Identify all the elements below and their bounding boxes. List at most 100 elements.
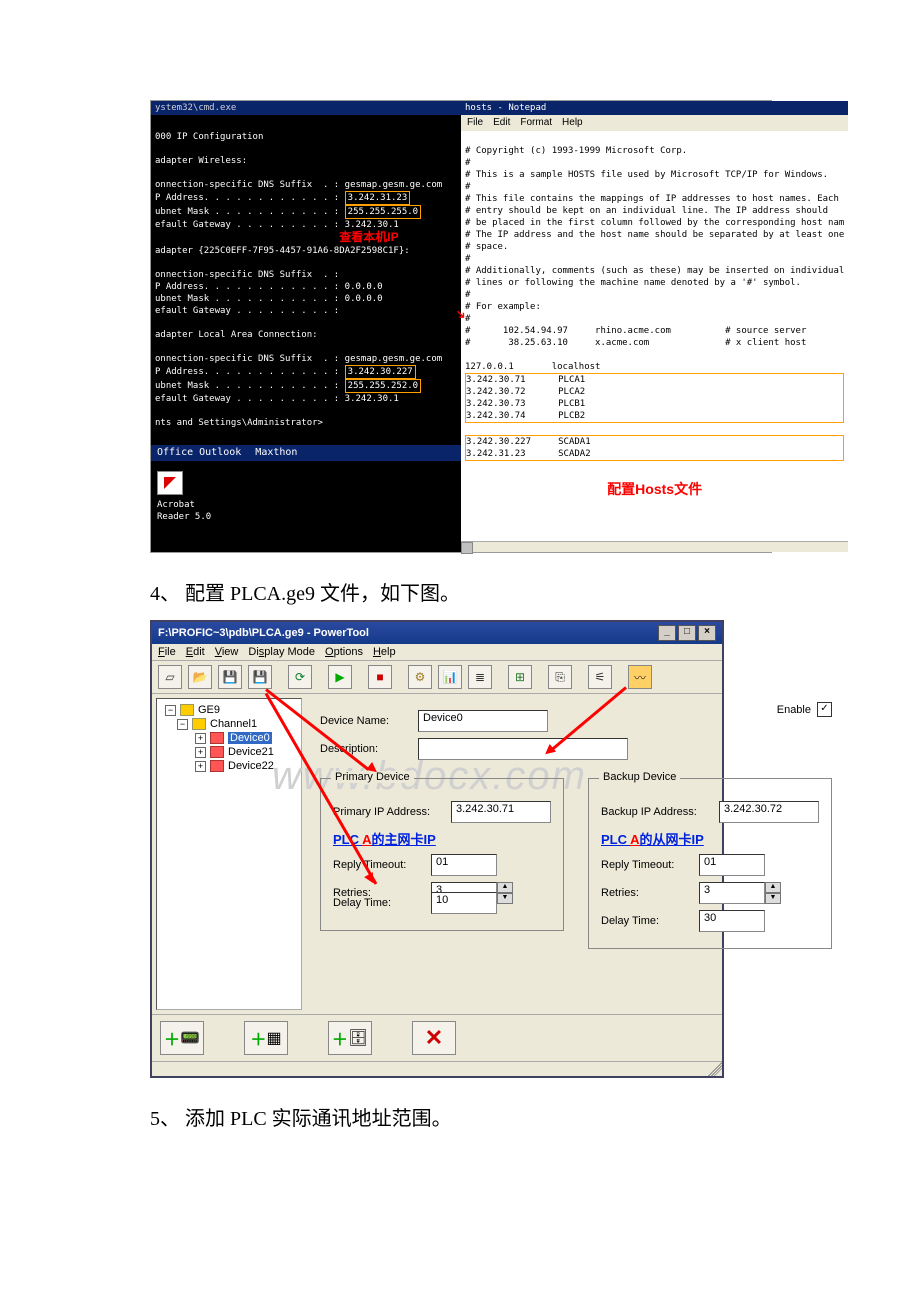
device-tree[interactable]: − GE9 − Channel1 + Device0 + Dev [156, 698, 302, 1010]
hosts-line: # This file contains the mappings of IP … [465, 194, 839, 204]
notepad-scrollbar[interactable] [461, 541, 848, 552]
step5-caption: 5、 添加 PLC 实际通讯地址范围。 [150, 1102, 770, 1131]
cmd-line: ubnet Mask . . . . . . . . . . . : 0.0.0… [155, 294, 383, 304]
minimize-button[interactable]: _ [658, 625, 676, 641]
menu-options[interactable]: Options [325, 646, 363, 658]
menu-format[interactable]: Format [520, 117, 552, 129]
filter-button[interactable]: ⚟ [588, 665, 612, 689]
hosts-line: # 38.25.63.10 x.acme.com # x client host [465, 338, 806, 348]
menu-edit[interactable]: Edit [186, 646, 205, 658]
desktop-icon-acrobat[interactable]: Acrobat Reader 5.0 [151, 461, 461, 527]
spin-value[interactable]: 3 [699, 882, 765, 904]
wave-button[interactable]: 〰 [628, 665, 652, 689]
hosts-entry: 3.242.30.74 PLCB2 [466, 411, 585, 421]
powertool-body: www.bdocx.com − GE9 − Channel1 + Device0 [152, 694, 722, 1014]
new-button[interactable]: ▱ [158, 665, 182, 689]
hosts-entry: 3.242.30.71 PLCA1 [466, 375, 585, 385]
icon-label: Reader 5.0 [157, 511, 455, 523]
delay-time-label: Delay Time: [601, 915, 691, 927]
backup-delay-field[interactable]: 30 [699, 910, 765, 932]
expand-icon[interactable]: − [177, 719, 188, 730]
close-button[interactable]: × [698, 625, 716, 641]
retries-label: Retries: [601, 887, 691, 899]
menu-file[interactable]: File [158, 646, 176, 658]
add-grid-button[interactable]: ＋▦ [244, 1021, 288, 1055]
spin-up-icon[interactable]: ▲ [765, 882, 781, 893]
powertool-toolbar: ▱ 📂 💾 💾 ⟳ ▶ ■ ⚙ 📊 ≣ ⊞ ⎘ ⚟ 〰 [152, 661, 722, 694]
device-name-label: Device Name: [320, 715, 410, 727]
tree-device22[interactable]: + Device22 [159, 759, 299, 773]
hosts-plc-block: 3.242.30.71 PLCA1 3.242.30.72 PLCA2 3.24… [465, 373, 844, 423]
stop-button[interactable]: ■ [368, 665, 392, 689]
add-device-button[interactable]: ＋🗄 [328, 1021, 372, 1055]
step4-caption: 4、 配置 PLCA.ge9 文件，如下图。 [150, 577, 770, 606]
powertool-menubar: File Edit View Display Mode Options Help [152, 644, 722, 661]
cmd-line: onnection-specific DNS Suffix . : [155, 270, 339, 280]
spin-down-icon[interactable]: ▼ [765, 893, 781, 904]
expand-icon[interactable]: − [165, 705, 176, 716]
notepad-body[interactable]: # Copyright (c) 1993-1999 Microsoft Corp… [461, 131, 848, 541]
hosts-line: # be placed in the first column followed… [465, 218, 844, 228]
gateway: 3.242.30.1 [345, 220, 399, 230]
backup-reply-field[interactable]: 01 [699, 854, 765, 876]
hosts-line: # For example: [465, 302, 541, 312]
delete-button[interactable]: ✕ [412, 1021, 456, 1055]
taskbar-item[interactable]: Maxthon [255, 447, 297, 459]
tree-label-selected: Device0 [228, 732, 272, 744]
taskbar: Office Outlook Maxthon [151, 445, 461, 461]
expand-icon[interactable]: + [195, 733, 206, 744]
primary-delay-field[interactable]: 10 [431, 892, 497, 914]
export-button[interactable]: ⎘ [548, 665, 572, 689]
menu-help[interactable]: Help [562, 117, 583, 129]
add-channel-button[interactable]: ＋📟 [160, 1021, 204, 1055]
menu-view[interactable]: View [215, 646, 239, 658]
menu-edit[interactable]: Edit [493, 117, 510, 129]
menu-display-mode[interactable]: Display Mode [248, 646, 315, 658]
grid-button[interactable]: ⊞ [508, 665, 532, 689]
notepad-title-text: hosts - Notepad [465, 103, 546, 113]
menu-file[interactable]: File [467, 117, 483, 129]
cmd-window: ystem32\cmd.exe 000 IP Configuration ada… [151, 101, 461, 552]
hosts-line: # [465, 158, 470, 168]
powertool-window: F:\PROFIC~3\pdb\PLCA.ge9 - PowerTool _ □… [150, 620, 724, 1078]
device-name-field[interactable]: Device0 [418, 710, 548, 732]
primary-reply-field[interactable]: 01 [431, 854, 497, 876]
start-button[interactable]: ▶ [328, 665, 352, 689]
cmd-line: efault Gateway . . . . . . . . . : [155, 306, 339, 316]
primary-ip-field[interactable]: 3.242.30.71 [451, 801, 551, 823]
backup-ip-field[interactable]: 3.242.30.72 [719, 801, 819, 823]
resize-grip-icon[interactable] [708, 1062, 722, 1076]
stats-button[interactable]: 📊 [438, 665, 462, 689]
open-button[interactable]: 📂 [188, 665, 212, 689]
tree-device21[interactable]: + Device21 [159, 745, 299, 759]
expand-icon[interactable]: + [195, 761, 206, 772]
hosts-line: # [465, 290, 470, 300]
refresh-button[interactable]: ⟳ [288, 665, 312, 689]
scrollbar-thumb[interactable] [461, 542, 473, 554]
cmd-line: onnection-specific DNS Suffix . : gesmap… [155, 354, 442, 364]
enable-checkbox[interactable]: ✓ [817, 702, 832, 717]
tree-channel[interactable]: − Channel1 [159, 717, 299, 731]
backup-retries-spin[interactable]: 3 ▲▼ [699, 882, 781, 904]
tree-device0[interactable]: + Device0 [159, 731, 299, 745]
menu-help[interactable]: Help [373, 646, 396, 658]
save-as-button[interactable]: 💾 [248, 665, 272, 689]
config-button[interactable]: ⚙ [408, 665, 432, 689]
ip-address-highlight: 3.242.31.23 [345, 191, 411, 205]
description-field[interactable] [418, 738, 628, 760]
hosts-scada-block: 3.242.30.227 SCADA1 3.242.31.23 SCADA2 [465, 435, 844, 461]
driver-icon [180, 704, 194, 716]
taskbar-item[interactable]: Office Outlook [157, 447, 241, 459]
cmd-line: P Address. . . . . . . . . . . . : [155, 367, 339, 377]
list-button[interactable]: ≣ [468, 665, 492, 689]
spin-up-icon[interactable]: ▲ [497, 882, 513, 893]
hosts-line: # This is a sample HOSTS file used by Mi… [465, 170, 828, 180]
hosts-line: # entry should be kept on an individual … [465, 206, 828, 216]
hosts-entry: 3.242.31.23 SCADA2 [466, 449, 591, 459]
spin-down-icon[interactable]: ▼ [497, 893, 513, 904]
hosts-line: # lines or following the machine name de… [465, 278, 801, 288]
expand-icon[interactable]: + [195, 747, 206, 758]
save-button[interactable]: 💾 [218, 665, 242, 689]
cmd-title-text: ystem32\cmd.exe [155, 103, 236, 113]
maximize-button[interactable]: □ [678, 625, 696, 641]
